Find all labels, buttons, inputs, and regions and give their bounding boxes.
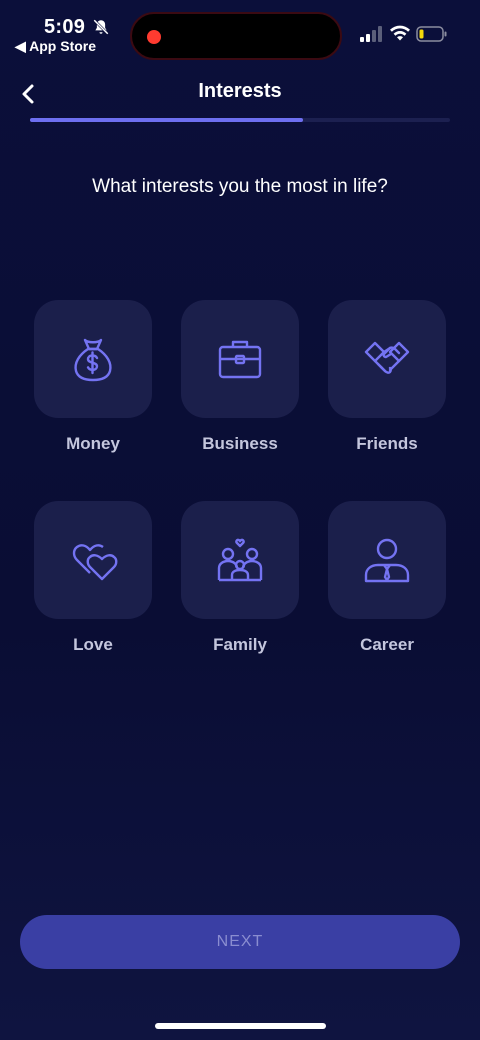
interest-friends[interactable]: Friends xyxy=(328,300,446,454)
interest-tile[interactable] xyxy=(181,300,299,418)
person-tie-icon xyxy=(364,538,410,583)
status-time: 5:09 xyxy=(44,16,86,38)
interest-tile[interactable] xyxy=(328,300,446,418)
interest-tile[interactable] xyxy=(34,501,152,619)
family-icon xyxy=(217,538,263,582)
home-indicator xyxy=(155,1023,326,1029)
status-bar: 5:09 ◀ App Store xyxy=(0,0,480,70)
money-bag-icon xyxy=(74,338,112,382)
interest-tile[interactable] xyxy=(181,501,299,619)
nav-header: Interests xyxy=(0,70,480,118)
interest-tile[interactable] xyxy=(328,501,446,619)
interest-label: Career xyxy=(360,635,414,654)
signal-icon xyxy=(360,26,382,42)
handshake-icon xyxy=(364,341,410,374)
interest-label: Love xyxy=(73,635,113,654)
interest-label: Money xyxy=(66,434,120,453)
briefcase-icon xyxy=(218,340,262,379)
question-text: What interests you the most in life? xyxy=(92,176,388,197)
dynamic-island xyxy=(130,12,342,60)
interest-label: Family xyxy=(213,635,267,654)
recording-indicator xyxy=(147,30,161,44)
interest-tile[interactable] xyxy=(34,300,152,418)
interest-love[interactable]: Love xyxy=(34,501,152,655)
progress-bar xyxy=(30,118,450,122)
next-button[interactable]: NEXT xyxy=(20,915,460,969)
hearts-icon xyxy=(72,544,118,581)
interest-label: Business xyxy=(202,434,278,453)
interest-family[interactable]: Family xyxy=(181,501,299,655)
page-title: Interests xyxy=(198,80,282,102)
battery-low-icon xyxy=(416,26,447,42)
interest-label: Friends xyxy=(356,434,418,453)
interest-business[interactable]: Business xyxy=(181,300,299,454)
back-to-app-store[interactable]: ◀ App Store xyxy=(15,38,96,55)
progress-fill xyxy=(30,118,303,122)
bell-slash-icon xyxy=(93,19,109,35)
interest-money[interactable]: Money xyxy=(34,300,152,454)
wifi-icon xyxy=(390,25,410,41)
interest-career[interactable]: Career xyxy=(328,501,446,655)
